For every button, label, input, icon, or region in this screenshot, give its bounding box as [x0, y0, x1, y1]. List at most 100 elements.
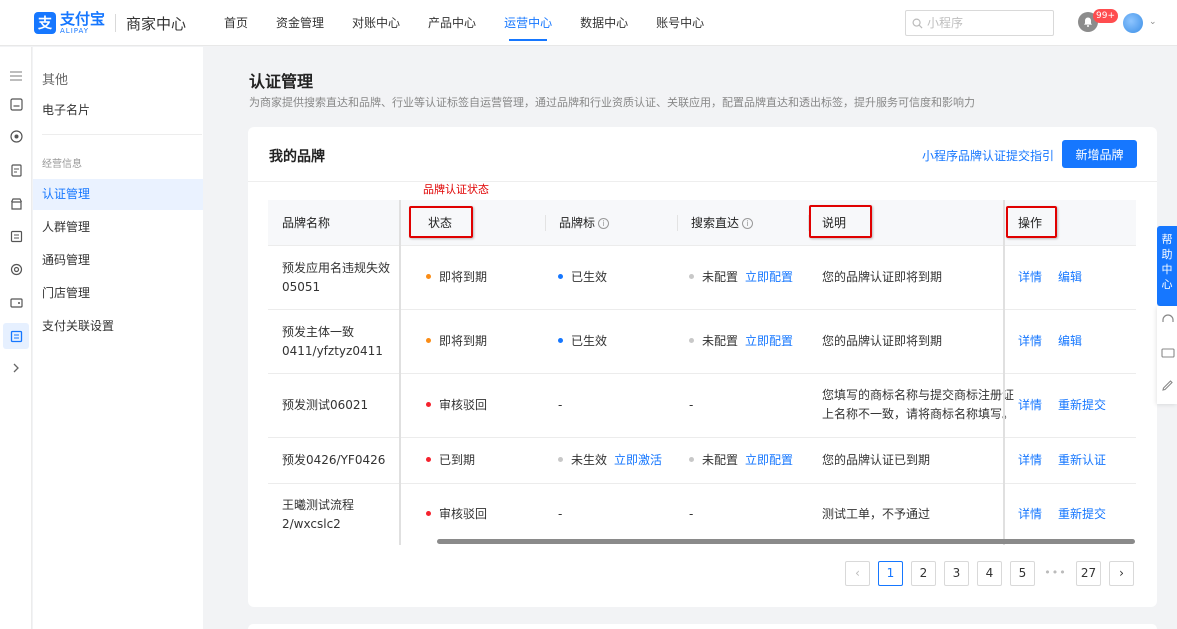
menu-toggle-icon[interactable]: [8, 68, 24, 84]
brand-mark-cell: -: [558, 507, 563, 521]
nav-item-funds[interactable]: 资金管理: [262, 0, 338, 46]
fixed-column-divider: [399, 200, 401, 545]
status-cell: 审核驳回: [426, 505, 487, 524]
logo-divider: [115, 14, 117, 32]
details-link[interactable]: 详情: [1018, 453, 1042, 467]
expand-chevron-icon[interactable]: [8, 360, 24, 376]
status-cell: 即将到期: [426, 268, 487, 287]
compass-icon[interactable]: [8, 128, 24, 144]
page-button[interactable]: 1: [878, 561, 903, 586]
search-direct-cell: 未配置 立即配置: [689, 332, 793, 351]
annotation-box-note: [809, 205, 872, 238]
nav-item-products[interactable]: 产品中心: [414, 0, 490, 46]
nav-item-operations[interactable]: 运营中心: [490, 0, 566, 46]
annotation-box-actions: [1006, 206, 1057, 238]
alipay-logo[interactable]: 支 支付宝 ALIPAY 商家中心: [34, 10, 186, 36]
details-link[interactable]: 详情: [1018, 398, 1042, 412]
page-description: 为商家提供搜索直达和品牌、行业等认证标签自运营管理，通过品牌和行业资质认证、关联…: [249, 96, 975, 109]
nav-item-data[interactable]: 数据中心: [566, 0, 642, 46]
resubmit-link[interactable]: 重新提交: [1058, 398, 1106, 412]
details-link[interactable]: 详情: [1018, 334, 1042, 348]
sidebar: 其他 电子名片 经营信息 认证管理 人群管理 通码管理 门店管理 支付关联设置: [33, 47, 203, 629]
page-button[interactable]: 3: [944, 561, 969, 586]
resubmit-link[interactable]: 重新提交: [1058, 507, 1106, 521]
recertify-link[interactable]: 重新认证: [1058, 453, 1106, 467]
headset-icon[interactable]: [1161, 314, 1175, 328]
status-dot: [558, 457, 563, 462]
sidebar-item-stores[interactable]: 门店管理: [33, 278, 203, 309]
horizontal-scrollbar[interactable]: [437, 539, 1135, 544]
operations-icon[interactable]: [3, 323, 29, 349]
column-header-search-direct: 搜索直达 i: [677, 200, 754, 246]
brand-name: 预发0426/YF0426: [282, 453, 386, 467]
brand-mark-cell: 未生效 立即激活: [558, 451, 662, 470]
annotation-label: 品牌认证状态: [423, 183, 489, 196]
page-button[interactable]: 4: [977, 561, 1002, 586]
status-cell: 审核驳回: [426, 396, 487, 415]
chevron-down-icon[interactable]: ⌄: [1149, 17, 1157, 27]
details-link[interactable]: 详情: [1018, 507, 1042, 521]
status-dot: [689, 338, 694, 343]
status-dot: [689, 457, 694, 462]
search-icon: [912, 18, 923, 29]
target-icon[interactable]: [8, 261, 24, 277]
submission-guide-link[interactable]: 小程序品牌认证提交指引: [922, 147, 1054, 164]
page-button[interactable]: 2: [911, 561, 936, 586]
details-link[interactable]: 详情: [1018, 270, 1042, 284]
alipay-logo-icon: 支: [34, 12, 56, 34]
sidebar-item-universal-code[interactable]: 通码管理: [33, 245, 203, 276]
page-button-last[interactable]: 27: [1076, 561, 1101, 586]
pencil-icon[interactable]: [1161, 378, 1175, 392]
search-direct-cell: 未配置 立即配置: [689, 451, 793, 470]
next-page-button[interactable]: ›: [1109, 561, 1134, 586]
sidebar-item-audience[interactable]: 人群管理: [33, 212, 203, 243]
configure-now-link[interactable]: 立即配置: [745, 453, 793, 467]
dashboard-icon[interactable]: [8, 96, 24, 112]
brand-name: 王曦测试流程: [282, 498, 355, 512]
pagination-ellipsis[interactable]: •••: [1043, 561, 1068, 585]
search-box[interactable]: [905, 10, 1054, 36]
status-dot: [426, 457, 431, 462]
info-icon[interactable]: i: [598, 217, 610, 229]
add-brand-button[interactable]: 新增品牌: [1062, 140, 1137, 168]
sidebar-item-payment-link[interactable]: 支付关联设置: [33, 311, 203, 342]
document-icon[interactable]: [8, 162, 24, 178]
configure-now-link[interactable]: 立即配置: [745, 334, 793, 348]
search-input[interactable]: [927, 16, 1047, 30]
status-cell: 即将到期: [426, 332, 487, 351]
edit-link[interactable]: 编辑: [1058, 270, 1082, 284]
note-cell: 您的品牌认证即将到期: [822, 270, 943, 284]
notification-badge: 99+: [1093, 9, 1118, 23]
icon-rail: [0, 47, 32, 629]
annotation-box-status: [409, 206, 473, 238]
wallet-icon[interactable]: [8, 294, 24, 310]
help-center-tab[interactable]: 帮助中心: [1157, 226, 1177, 306]
brand-name: 预发主体一致: [282, 325, 355, 339]
configure-now-link[interactable]: 立即配置: [745, 270, 793, 284]
shop-icon[interactable]: [8, 195, 24, 211]
activate-now-link[interactable]: 立即激活: [614, 453, 662, 467]
logo-name-en: ALIPAY: [60, 26, 90, 35]
brand-name: 预发测试06021: [282, 398, 369, 412]
nav-item-home[interactable]: 首页: [210, 0, 262, 46]
status-dot: [426, 511, 431, 516]
nav-item-account[interactable]: 账号中心: [642, 0, 718, 46]
list-icon[interactable]: [8, 228, 24, 244]
sidebar-item-certification[interactable]: 认证管理: [33, 179, 203, 210]
page-button[interactable]: 5: [1010, 561, 1035, 586]
pagination: ‹ 1 2 3 4 5 ••• 27 ›: [845, 561, 1137, 586]
edit-link[interactable]: 编辑: [1058, 334, 1082, 348]
nav-item-reconciliation[interactable]: 对账中心: [338, 0, 414, 46]
user-avatar[interactable]: [1123, 13, 1143, 33]
brand-mark-cell: 已生效: [558, 332, 607, 351]
new-feature-icon[interactable]: [1161, 346, 1175, 360]
fixed-column-divider: [1003, 200, 1005, 545]
floating-toolbar: [1157, 306, 1177, 404]
sidebar-section-title: 其他: [42, 73, 69, 88]
secondary-card: [248, 624, 1157, 629]
status-dot: [689, 274, 694, 279]
sidebar-item-business-card[interactable]: 电子名片: [33, 95, 203, 126]
info-icon[interactable]: i: [742, 217, 754, 229]
brand-name: 预发应用名违规失效: [282, 261, 391, 275]
prev-page-button[interactable]: ‹: [845, 561, 870, 586]
